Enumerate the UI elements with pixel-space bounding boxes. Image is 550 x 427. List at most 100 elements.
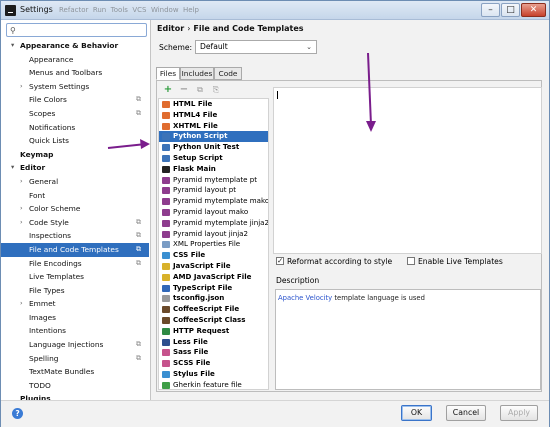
sidebar-item-code-style[interactable]: › Code Style ⧉ bbox=[1, 216, 149, 230]
enable-live-templates-checkbox[interactable]: Enable Live Templates bbox=[407, 257, 503, 266]
template-item[interactable]: SCSS File bbox=[159, 358, 268, 369]
ok-button[interactable]: OK bbox=[401, 405, 432, 421]
py-file-icon bbox=[162, 154, 170, 162]
less-file-icon bbox=[162, 338, 170, 346]
sidebar-item-textmate-bundles[interactable]: TextMate Bundles bbox=[1, 365, 149, 379]
template-item[interactable]: HTML File bbox=[159, 99, 268, 110]
maximize-button[interactable]: □ bbox=[501, 3, 520, 17]
expanded-arrow-icon[interactable]: ▾ bbox=[11, 39, 14, 53]
sidebar-item-file-encodings[interactable]: File Encodings ⧉ bbox=[1, 257, 149, 271]
pyr-file-icon bbox=[162, 198, 170, 206]
help-icon[interactable]: ? bbox=[12, 408, 23, 419]
tab-includes[interactable]: Includes bbox=[180, 67, 214, 80]
sidebar-item-plugins[interactable]: Plugins bbox=[1, 392, 149, 400]
template-item[interactable]: JavaScript File bbox=[159, 261, 268, 272]
sidebar-item-inspections[interactable]: Inspections ⧉ bbox=[1, 229, 149, 243]
template-item[interactable]: CoffeeScript Class bbox=[159, 315, 268, 326]
template-item[interactable]: XHTML File bbox=[159, 121, 268, 132]
template-item[interactable]: TypeScript File bbox=[159, 283, 268, 294]
minimize-button[interactable]: – bbox=[481, 3, 500, 17]
template-item[interactable]: CSS File bbox=[159, 250, 268, 261]
cancel-button[interactable]: Cancel bbox=[446, 405, 486, 421]
checkbox-unchecked-icon[interactable] bbox=[407, 257, 415, 265]
template-item[interactable]: Pyramid mytemplate jinja2 bbox=[159, 218, 268, 229]
pyr-file-icon bbox=[162, 176, 170, 184]
apply-button[interactable]: Apply bbox=[500, 405, 538, 421]
template-label: Pyramid layout mako bbox=[173, 206, 249, 216]
collapsed-arrow-icon[interactable]: › bbox=[20, 175, 23, 189]
sidebar-item-editor[interactable]: ▾ Editor bbox=[1, 161, 149, 175]
sidebar-item-emmet[interactable]: › Emmet bbox=[1, 297, 149, 311]
http-file-icon bbox=[162, 327, 170, 335]
template-label: Gherkin feature file bbox=[173, 379, 242, 389]
sidebar-item-color-scheme[interactable]: › Color Scheme bbox=[1, 202, 149, 216]
close-button[interactable]: ✕ bbox=[521, 3, 546, 17]
sidebar-item-label: Spelling bbox=[29, 353, 59, 363]
collapsed-arrow-icon[interactable]: › bbox=[20, 216, 23, 230]
template-label: CoffeeScript File bbox=[173, 304, 240, 314]
sidebar-item-appearance[interactable]: Appearance bbox=[1, 53, 149, 67]
template-item[interactable]: Setup Script bbox=[159, 153, 268, 164]
template-item[interactable]: HTML4 File bbox=[159, 110, 268, 121]
template-item[interactable]: tsconfig.json bbox=[159, 293, 268, 304]
template-item[interactable]: CoffeeScript File bbox=[159, 304, 268, 315]
search-input[interactable] bbox=[22, 25, 142, 35]
template-item[interactable]: HTTP Request bbox=[159, 326, 268, 337]
sidebar-item-todo[interactable]: TODO bbox=[1, 379, 149, 393]
sidebar-item-label: System Settings bbox=[29, 81, 90, 91]
sidebar-item-general[interactable]: › General bbox=[1, 175, 149, 189]
template-item[interactable]: Less File bbox=[159, 337, 268, 348]
template-item[interactable]: Pyramid mytemplate pt bbox=[159, 175, 268, 186]
add-template-button[interactable]: + bbox=[162, 84, 174, 96]
scheme-label: Scheme: bbox=[159, 43, 193, 52]
checkbox-checked-icon[interactable] bbox=[276, 256, 284, 265]
sidebar-item-scopes[interactable]: Scopes ⧉ bbox=[1, 107, 149, 121]
reset-template-icon[interactable]: ⎘ bbox=[210, 84, 222, 96]
sidebar-item-system-settings[interactable]: › System Settings bbox=[1, 80, 149, 94]
template-item[interactable]: Pyramid layout mako bbox=[159, 207, 268, 218]
sidebar-item-appearance-behavior[interactable]: ▾ Appearance & Behavior bbox=[1, 39, 149, 53]
template-item[interactable]: Python Unit Test bbox=[159, 142, 268, 153]
template-item[interactable]: Pyramid mytemplate mako bbox=[159, 196, 268, 207]
expanded-arrow-icon[interactable]: ▾ bbox=[11, 161, 14, 175]
copy-template-icon[interactable]: ⧉ bbox=[194, 84, 206, 96]
template-item[interactable]: Sass File bbox=[159, 347, 268, 358]
sidebar-item-file-types[interactable]: File Types bbox=[1, 284, 149, 298]
search-icon: ⚲ bbox=[10, 26, 16, 35]
template-item[interactable]: Pyramid layout pt bbox=[159, 185, 268, 196]
sidebar-item-live-templates[interactable]: Live Templates bbox=[1, 270, 149, 284]
sidebar-item-images[interactable]: Images bbox=[1, 311, 149, 325]
template-item[interactable]: Stylus File bbox=[159, 369, 268, 380]
sidebar-item-file-and-code-templates[interactable]: File and Code Templates ⧉ bbox=[1, 242, 149, 257]
project-level-icon: ⧉ bbox=[136, 231, 141, 240]
sidebar-item-menus-and-toolbars[interactable]: Menus and Toolbars bbox=[1, 66, 149, 80]
pyr-file-icon bbox=[162, 208, 170, 216]
sidebar-item-file-colors[interactable]: File Colors ⧉ bbox=[1, 93, 149, 107]
collapsed-arrow-icon[interactable]: › bbox=[20, 80, 23, 94]
tab-code[interactable]: Code bbox=[214, 67, 242, 80]
template-item[interactable]: Pyramid layout jinja2 bbox=[159, 229, 268, 240]
template-item[interactable]: Flask Main bbox=[159, 164, 268, 175]
sidebar-item-font[interactable]: Font bbox=[1, 189, 149, 203]
scheme-dropdown[interactable]: Default ⌄ bbox=[195, 40, 317, 54]
reformat-checkbox[interactable]: Reformat according to style bbox=[276, 256, 392, 266]
sidebar-item-intentions[interactable]: Intentions bbox=[1, 324, 149, 338]
template-item[interactable]: Python Script bbox=[159, 131, 268, 143]
sidebar-item-language-injections[interactable]: Language Injections ⧉ bbox=[1, 338, 149, 352]
sidebar-item-spelling[interactable]: Spelling ⧉ bbox=[1, 352, 149, 366]
remove-template-button[interactable]: − bbox=[178, 84, 190, 96]
template-label: CoffeeScript Class bbox=[173, 314, 246, 324]
sidebar-item-notifications[interactable]: Notifications bbox=[1, 121, 149, 135]
collapsed-arrow-icon[interactable]: › bbox=[20, 202, 23, 216]
tab-files[interactable]: Files bbox=[156, 67, 180, 80]
template-item[interactable]: XML Properties File bbox=[159, 239, 268, 250]
sidebar-item-quick-lists[interactable]: Quick Lists bbox=[1, 134, 149, 148]
template-editor[interactable] bbox=[273, 87, 542, 254]
template-item[interactable]: Gherkin feature file bbox=[159, 379, 268, 389]
sidebar-item-keymap[interactable]: Keymap bbox=[1, 148, 149, 162]
collapsed-arrow-icon[interactable]: › bbox=[20, 297, 23, 311]
search-box[interactable]: ⚲ bbox=[6, 23, 147, 37]
template-label: XHTML File bbox=[173, 120, 218, 130]
velocity-link[interactable]: Apache Velocity bbox=[278, 294, 332, 302]
template-item[interactable]: AMD JavaScript File bbox=[159, 272, 268, 283]
